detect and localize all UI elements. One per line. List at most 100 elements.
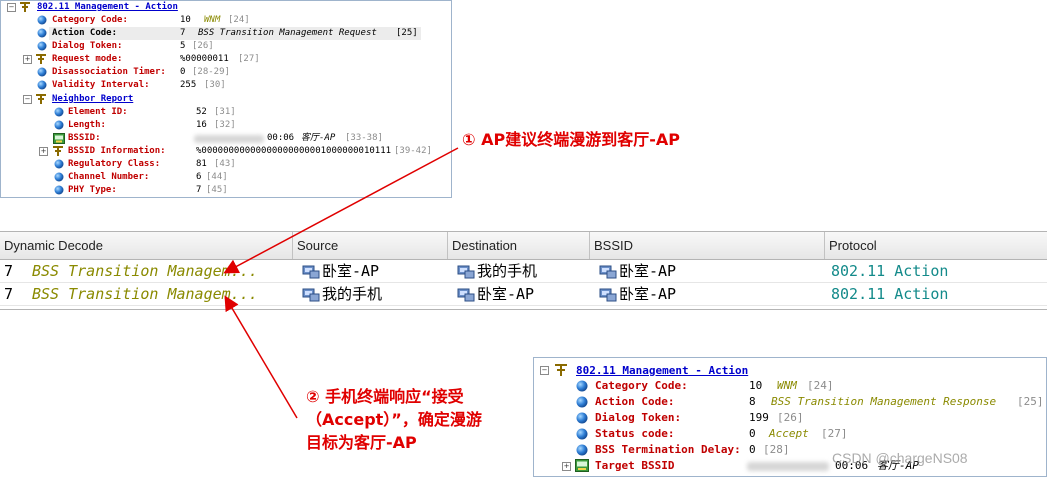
disassociation-timer-offset: [28-29]: [192, 67, 230, 77]
action-header-label[interactable]: 802.11 Management - Action: [37, 1, 178, 14]
tree-row-dialog-token[interactable]: Dialog Token: 5 [26]: [1, 40, 451, 53]
tree-row-category[interactable]: Category Code: 10 WNM [24]: [534, 378, 1046, 394]
termination-delay-value: 0: [749, 443, 756, 456]
neighbor-report-label[interactable]: Neighbor Report: [52, 93, 133, 106]
annotation-response-line1: ② 手机终端响应“接受: [306, 387, 464, 406]
tree-row-neighbor-report[interactable]: − Neighbor Report: [1, 93, 451, 106]
tree-row-action-code[interactable]: Action Code: 8 BSS Transition Management…: [534, 394, 1046, 410]
category-label: Category Code:: [595, 379, 688, 392]
tree-node-icon: [36, 94, 46, 104]
collapse-toggle-icon[interactable]: −: [540, 366, 549, 375]
bssid-cell: 卧室-AP: [619, 285, 677, 303]
collapse-toggle-icon[interactable]: −: [23, 95, 32, 104]
field-ball-icon: [54, 185, 64, 195]
tree-row-regulatory-class[interactable]: Regulatory Class: 81 [43]: [1, 158, 451, 171]
channel-number-value: 6: [196, 172, 202, 182]
tree-row-validity-interval[interactable]: Validity Interval: 255 [30]: [1, 79, 451, 92]
length-value: 16: [196, 120, 207, 130]
tree-row-action-header[interactable]: − 802.11 Management - Action: [534, 363, 1046, 378]
category-meaning: WNM: [777, 379, 797, 392]
tree-row-bssid[interactable]: BSSID: 00:06 客厅-AP [33-38]: [1, 132, 451, 145]
category-offset: [24]: [807, 379, 834, 392]
packet-row[interactable]: 7 BSS Transition Managem... 我的手机 卧室-AP 卧…: [0, 283, 1047, 306]
target-bssid-label: Target BSSID: [595, 459, 675, 472]
redacted-mac-prefix: [194, 135, 264, 143]
column-header-source[interactable]: Source: [293, 232, 448, 259]
column-header-protocol[interactable]: Protocol: [825, 232, 1047, 259]
packet-list-grid: Dynamic Decode Source Destination BSSID …: [0, 231, 1047, 310]
dialog-token-offset: [26]: [192, 41, 214, 51]
status-code-value: 0: [749, 427, 756, 440]
dialog-token-label: Dialog Token:: [595, 411, 682, 424]
request-decode-panel: − 802.11 Management - Action Category Co…: [0, 0, 452, 198]
field-ball-icon: [576, 444, 588, 456]
action-code-label: Action Code:: [595, 395, 675, 408]
channel-number-offset: [44]: [206, 172, 228, 182]
dynamic-decode-cell: BSS Transition Managem...: [32, 262, 258, 280]
expand-toggle-icon[interactable]: +: [23, 55, 32, 64]
field-ball-icon: [54, 172, 64, 182]
collapse-toggle-icon[interactable]: −: [7, 3, 16, 12]
request-mode-offset: [27]: [238, 54, 260, 64]
request-mode-label: Request mode:: [52, 54, 123, 64]
tree-row-dialog-token[interactable]: Dialog Token: 199 [26]: [534, 410, 1046, 426]
action-code-label: Action Code:: [52, 28, 118, 38]
packet-row[interactable]: 7 BSS Transition Managem... 卧室-AP 我的手机 卧…: [0, 260, 1047, 283]
redacted-mac-prefix: [747, 462, 829, 471]
tree-row-length[interactable]: Length: 16 [32]: [1, 119, 451, 132]
request-mode-value: %00000011: [180, 54, 229, 64]
element-id-offset: [31]: [214, 107, 236, 117]
action-header-label[interactable]: 802.11 Management - Action: [576, 363, 748, 378]
tree-row-action-code[interactable]: Action Code: 7 BSS Transition Management…: [1, 27, 451, 40]
field-ball-icon: [54, 107, 64, 117]
tree-row-action-header[interactable]: − 802.11 Management - Action: [1, 1, 451, 14]
length-offset: [32]: [214, 120, 236, 130]
tree-row-request-mode[interactable]: + Request mode: %00000011 [27]: [1, 53, 451, 66]
field-ball-icon: [576, 380, 588, 392]
action-code-value: 7: [180, 28, 186, 38]
tree-row-channel-number[interactable]: Channel Number: 6 [44]: [1, 171, 451, 184]
protocol-cell: 802.11 Action: [831, 262, 949, 280]
bssid-meaning: 客厅-AP: [301, 133, 336, 143]
tree-row-phy-type[interactable]: PHY Type: 7 [45]: [1, 184, 451, 197]
expand-toggle-icon[interactable]: +: [562, 462, 571, 471]
column-header-dynamic-decode[interactable]: Dynamic Decode: [0, 232, 293, 259]
category-value: 10: [180, 15, 191, 25]
tree-row-category[interactable]: Category Code: 10 WNM [24]: [1, 14, 451, 27]
host-computer-icon: [457, 288, 475, 302]
category-meaning: WNM: [204, 15, 221, 25]
annotation-response-line3: 目标为客厅-AP: [306, 433, 417, 452]
phy-type-label: PHY Type:: [68, 185, 117, 195]
action-code-meaning: BSS Transition Management Response: [771, 395, 997, 408]
category-value: 10: [749, 379, 763, 392]
validity-interval-label: Validity Interval:: [52, 80, 150, 90]
source-cell: 我的手机: [322, 285, 383, 303]
tree-row-disassociation-timer[interactable]: Disassociation Timer: 0 [28-29]: [1, 66, 451, 79]
bssid-information-value: %00000000000000000000001000000010111: [196, 146, 392, 156]
column-header-bssid[interactable]: BSSID: [590, 232, 825, 259]
dialog-token-offset: [26]: [777, 411, 804, 424]
bssid-information-offset: [39-42]: [394, 146, 432, 156]
field-ball-icon: [54, 159, 64, 169]
host-computer-icon: [302, 288, 320, 302]
mac-address-icon: [575, 459, 589, 472]
tree-row-status-code[interactable]: Status code: 0 Accept [27]: [534, 426, 1046, 442]
packet-number: 7: [4, 262, 14, 280]
tree-row-target-bssid[interactable]: + Target BSSID 00:06 客厅-AP: [534, 458, 1046, 474]
bssid-value: 00:06: [267, 133, 295, 143]
column-header-destination[interactable]: Destination: [448, 232, 590, 259]
mac-address-icon: [53, 133, 65, 144]
expand-toggle-icon[interactable]: +: [39, 147, 48, 156]
status-code-label: Status code:: [595, 427, 675, 440]
field-ball-icon: [37, 15, 47, 25]
field-ball-icon: [37, 67, 47, 77]
action-code-meaning: BSS Transition Management Request: [198, 28, 377, 38]
dialog-token-label: Dialog Token:: [52, 41, 123, 51]
bssid-information-label: BSSID Information:: [68, 146, 166, 156]
field-ball-icon: [576, 428, 588, 440]
tree-row-bssid-information[interactable]: + BSSID Information: %000000000000000000…: [1, 145, 451, 158]
watermark: CSDN @chargeNS08: [832, 450, 968, 466]
tree-row-element-id[interactable]: Element ID: 52 [31]: [1, 106, 451, 119]
tree-row-termination-delay[interactable]: BSS Termination Delay: 0 [28]: [534, 442, 1046, 458]
channel-number-label: Channel Number:: [68, 172, 150, 182]
